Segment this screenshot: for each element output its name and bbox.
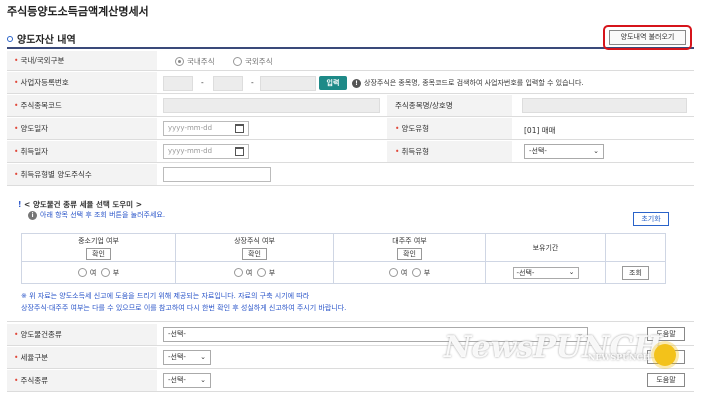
label-tax-rate: • 세율구분 (7, 347, 157, 368)
separator: - (251, 78, 254, 87)
listed-radios: 여 부 (175, 261, 334, 284)
holding-period-select[interactable]: -선택- ⌄ (512, 266, 579, 279)
label-transfer-type: • 양도유형 (387, 118, 512, 139)
sme-radios: 여 부 (21, 261, 176, 284)
section-title: 양도자산 내역 (7, 31, 76, 46)
sme-confirm-button[interactable]: 확인 (86, 247, 111, 260)
stock-kind-select[interactable]: -선택- ⌄ (163, 373, 211, 388)
label-stock-kind: • 주식종류 (7, 370, 157, 391)
helper-subtitle: i 아래 항목 선택 후 조회 버튼을 눌러주세요. (28, 210, 165, 220)
acquisition-type-select[interactable]: -선택- ⌄ (524, 144, 604, 159)
watermark-badge-icon (654, 344, 676, 366)
reset-button[interactable]: 초기화 (633, 212, 669, 226)
label-acquisition-date: • 취득일자 (7, 141, 157, 162)
row-domestic-foreign: • 국내/국외구분 국내주식 국외주식 (7, 51, 694, 71)
label-business-reg: • 사업자등록번호 (7, 72, 157, 93)
chevron-down-icon: ⌄ (568, 267, 575, 276)
label-stock-code: • 주식종목코드 (7, 95, 157, 116)
bullet-icon (7, 36, 13, 42)
load-history-button[interactable]: 양도내역 불러오기 (609, 30, 686, 45)
watermark-small: NEWSPUNCH (588, 352, 651, 362)
biz-no-part2-input[interactable] (213, 76, 243, 91)
holding-period: -선택- ⌄ (485, 261, 606, 284)
transfer-date-input[interactable]: yyyy-mm-dd (163, 121, 249, 136)
transfer-type-value: [01] 매매 (524, 126, 556, 135)
radio-domestic[interactable]: 국내주식 (175, 56, 215, 67)
col-sme: 중소기업 여부 확인 (21, 233, 176, 262)
stock-name-input[interactable] (522, 98, 687, 113)
tax-rate-select[interactable]: -선택- ⌄ (163, 350, 211, 365)
label-stock-name: 주식종목명/상호명 (387, 95, 512, 116)
search-button[interactable]: 조회 (622, 265, 649, 280)
listed-confirm-button[interactable]: 확인 (242, 247, 267, 260)
row-stock-code: • 주식종목코드 주식종목명/상호명 (7, 95, 694, 117)
helper-title: ! < 양도물건 종류 세율 선택 도우미 > (18, 200, 142, 209)
section-header: 양도자산 내역 (7, 27, 694, 49)
helper-table: 중소기업 여부 확인 상장주식 여부 확인 대주주 여부 확인 보유기간 여 부 여 … (21, 233, 666, 284)
col-listed: 상장주식 여부 확인 (175, 233, 334, 262)
label-acquisition-type: • 취득유형 (387, 141, 512, 162)
label-asset-kind: • 양도물건종류 (7, 324, 157, 345)
radio-foreign[interactable]: 국외주식 (233, 56, 273, 67)
col-major: 대주주 여부 확인 (333, 233, 486, 262)
page-title: 주식등양도소득금액계산명세서 (7, 5, 149, 18)
major-radios: 여 부 (333, 261, 486, 284)
row-acquisition-date: • 취득일자 yyyy-mm-dd • 취득유형 -선택- ⌄ (7, 141, 694, 163)
acquisition-date-input[interactable]: yyyy-mm-dd (163, 144, 249, 159)
chevron-down-icon: ⌄ (593, 147, 599, 155)
stock-code-input[interactable] (163, 98, 380, 113)
helper-note-2: 상장주식·대주주 여부는 다를 수 있으므로 이를 참고하여 다시 한번 확인 … (21, 304, 347, 312)
calendar-icon[interactable] (235, 147, 244, 156)
label-shares-by-type: • 취득유형별 양도주식수 (7, 164, 157, 185)
chevron-down-icon: ⌄ (200, 376, 206, 384)
label-domestic-foreign: • 국내/국외구분 (7, 51, 157, 70)
chevron-down-icon: ⌄ (200, 353, 206, 361)
col-empty (605, 233, 666, 262)
info-icon: ! (352, 79, 361, 88)
label-transfer-date: • 양도일자 (7, 118, 157, 139)
row-business-reg: • 사업자등록번호 - - 입력 ! 상장주식은 종목명, 종목코드로 검색하여 사… (7, 72, 694, 94)
row-transfer-date: • 양도일자 yyyy-mm-dd • 양도유형 [01] 매매 (7, 118, 694, 140)
radio-unchecked-icon (233, 57, 242, 66)
separator: - (201, 78, 204, 87)
stock-kind-help-button[interactable]: 도움말 (647, 373, 685, 387)
info-icon: i (28, 211, 37, 220)
col-holding: 보유기간 (485, 233, 606, 262)
row-shares-by-type: • 취득유형별 양도주식수 (7, 164, 694, 186)
calendar-icon[interactable] (235, 124, 244, 133)
radio-checked-icon (175, 57, 184, 66)
biz-no-part1-input[interactable] (163, 76, 193, 91)
tax-helper: ! < 양도물건 종류 세율 선택 도우미 > i 아래 항목 선택 후 조회 버… (7, 186, 694, 322)
biz-hint: ! 상장주식은 종목명, 종목코드로 검색하여 사업자번호를 입력할 수 있습니다… (352, 78, 584, 88)
load-button-highlight: 양도내역 불러오기 (603, 25, 692, 50)
biz-no-part3-input[interactable] (260, 76, 316, 91)
shares-input[interactable] (163, 167, 271, 182)
row-stock-kind: • 주식종류 -선택- ⌄ 도움말 (7, 370, 694, 392)
helper-note-1: ※ 위 자료는 양도소득세 신고에 도움을 드리기 위해 제공되는 자료입니다.… (21, 292, 310, 300)
major-confirm-button[interactable]: 확인 (397, 247, 422, 260)
enter-button[interactable]: 입력 (319, 76, 347, 90)
